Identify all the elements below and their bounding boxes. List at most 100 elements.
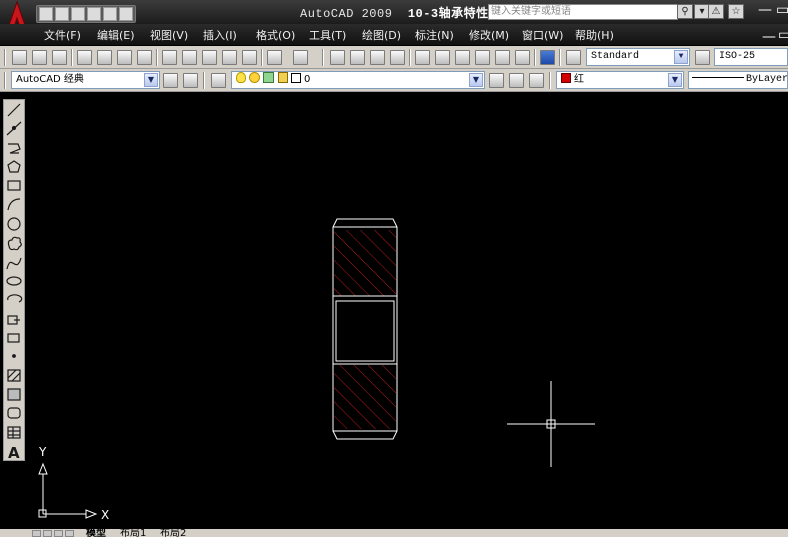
layer-lock-icon[interactable] bbox=[277, 72, 288, 83]
publish-icon[interactable] bbox=[117, 50, 132, 65]
ellipse-icon[interactable] bbox=[6, 276, 22, 286]
workspace-settings-icon[interactable] bbox=[163, 73, 178, 88]
lower-hatched-region[interactable] bbox=[334, 365, 396, 429]
menu-edit[interactable]: 编辑(E) bbox=[97, 27, 135, 43]
minimize-document-icon[interactable]: — bbox=[762, 30, 776, 44]
menu-help[interactable]: 帮助(H) bbox=[575, 27, 614, 43]
undo-icon[interactable] bbox=[103, 7, 117, 21]
text-style-select[interactable]: Standard ▼ bbox=[586, 48, 690, 66]
next-tab-arrow-icon[interactable] bbox=[54, 530, 63, 537]
pan-icon[interactable] bbox=[330, 50, 345, 65]
redo-arrow-icon[interactable] bbox=[293, 50, 308, 65]
layer-on-bulb-icon[interactable] bbox=[236, 72, 246, 83]
menu-dimension[interactable]: 标注(N) bbox=[415, 27, 454, 43]
hatch-icon[interactable] bbox=[7, 369, 21, 382]
properties-icon[interactable] bbox=[415, 50, 430, 65]
dimension-style-icon[interactable] bbox=[695, 50, 710, 65]
minimize-window-icon[interactable]: — bbox=[758, 3, 772, 17]
bore-inner-rectangle[interactable] bbox=[335, 300, 395, 362]
layer-properties-icon[interactable] bbox=[211, 73, 226, 88]
chevron-down-icon[interactable]: ▼ bbox=[668, 73, 682, 87]
drawing-area[interactable]: Y X bbox=[28, 96, 788, 530]
table-icon[interactable] bbox=[7, 426, 21, 439]
spline-icon[interactable] bbox=[6, 257, 22, 270]
chevron-down-icon[interactable]: ▼ bbox=[469, 73, 483, 87]
block-editor-icon[interactable] bbox=[242, 50, 257, 65]
print-icon[interactable] bbox=[87, 7, 101, 21]
open-file-icon[interactable] bbox=[32, 50, 47, 65]
menu-draw[interactable]: 绘图(D) bbox=[362, 27, 401, 43]
line-icon[interactable] bbox=[7, 103, 21, 117]
chevron-down-icon[interactable]: ▼ bbox=[144, 73, 158, 87]
menu-tools[interactable]: 工具(T) bbox=[309, 27, 346, 43]
menu-window[interactable]: 窗口(W) bbox=[522, 27, 563, 43]
redo-icon[interactable] bbox=[119, 7, 133, 21]
search-icon[interactable]: ⚲ bbox=[677, 4, 693, 19]
gradient-icon[interactable] bbox=[7, 388, 21, 401]
menu-modify[interactable]: 修改(M) bbox=[469, 27, 509, 43]
save-file-icon[interactable] bbox=[52, 50, 67, 65]
ellipse-arc-icon[interactable] bbox=[7, 294, 23, 303]
help-icon[interactable] bbox=[540, 50, 555, 65]
restore-window-icon[interactable]: ▭ bbox=[776, 3, 788, 17]
tab-layout1[interactable]: 布局1 bbox=[120, 529, 146, 537]
rectangle-icon[interactable] bbox=[7, 180, 21, 191]
text-style-icon[interactable] bbox=[566, 50, 581, 65]
paste-icon[interactable] bbox=[202, 50, 217, 65]
undo-arrow-icon[interactable] bbox=[267, 50, 282, 65]
calculator-icon[interactable] bbox=[515, 50, 530, 65]
cut-icon[interactable] bbox=[162, 50, 177, 65]
design-center-icon[interactable] bbox=[435, 50, 450, 65]
zoom-previous-icon[interactable] bbox=[390, 50, 405, 65]
make-block-icon[interactable] bbox=[7, 333, 20, 343]
polygon-icon[interactable] bbox=[7, 160, 21, 173]
dimension-style-select[interactable]: ISO-25 bbox=[714, 48, 788, 66]
match-properties-icon[interactable] bbox=[222, 50, 237, 65]
zoom-realtime-icon[interactable] bbox=[350, 50, 365, 65]
bearing-section[interactable] bbox=[332, 218, 398, 440]
zoom-window-icon[interactable] bbox=[370, 50, 385, 65]
layer-freeze-sun-icon[interactable] bbox=[249, 72, 261, 83]
communication-center-icon[interactable]: ⚠ bbox=[708, 4, 724, 19]
new-icon[interactable] bbox=[39, 7, 53, 21]
my-workspace-icon[interactable] bbox=[183, 73, 198, 88]
upper-hatched-region[interactable] bbox=[334, 230, 396, 296]
menu-insert[interactable]: 插入(I) bbox=[203, 27, 237, 43]
menu-format[interactable]: 格式(O) bbox=[256, 27, 295, 43]
search-input[interactable]: 键入关键字或短语 bbox=[488, 4, 678, 20]
color-select[interactable]: 红 ▼ bbox=[556, 71, 684, 89]
revision-cloud-icon[interactable] bbox=[7, 236, 22, 251]
open-icon[interactable] bbox=[55, 7, 69, 21]
layer-viewport-icon[interactable] bbox=[263, 72, 275, 83]
last-tab-arrow-icon[interactable] bbox=[65, 530, 74, 537]
3d-dwf-icon[interactable] bbox=[137, 50, 152, 65]
restore-document-icon[interactable]: ▭ bbox=[778, 28, 788, 42]
chevron-down-icon[interactable]: ▼ bbox=[674, 50, 688, 64]
tool-palettes-icon[interactable] bbox=[455, 50, 470, 65]
favorites-star-icon[interactable]: ☆ bbox=[728, 4, 744, 19]
layer-states-icon[interactable] bbox=[529, 73, 544, 88]
multiline-text-icon[interactable]: A bbox=[8, 444, 20, 460]
insert-block-icon[interactable] bbox=[7, 315, 20, 325]
menu-file[interactable]: 文件(F) bbox=[44, 27, 81, 43]
previous-tab-arrow-icon[interactable] bbox=[43, 530, 52, 537]
make-object-layer-current-icon[interactable] bbox=[489, 73, 504, 88]
tab-model[interactable]: 模型 bbox=[86, 529, 106, 537]
region-icon[interactable] bbox=[7, 407, 21, 419]
plot-icon[interactable] bbox=[77, 50, 92, 65]
circle-icon[interactable] bbox=[7, 217, 21, 231]
sheet-set-icon[interactable] bbox=[475, 50, 490, 65]
markup-icon[interactable] bbox=[495, 50, 510, 65]
save-icon[interactable] bbox=[71, 7, 85, 21]
copy-icon[interactable] bbox=[182, 50, 197, 65]
construction-line-icon[interactable] bbox=[6, 121, 22, 136]
layer-select[interactable]: 0 ▼ bbox=[231, 71, 485, 89]
tab-layout2[interactable]: 布局2 bbox=[160, 529, 186, 537]
first-tab-arrow-icon[interactable] bbox=[32, 530, 41, 537]
new-file-icon[interactable] bbox=[12, 50, 27, 65]
layer-previous-icon[interactable] bbox=[509, 73, 524, 88]
point-icon[interactable] bbox=[12, 354, 16, 358]
arc-icon[interactable] bbox=[7, 198, 21, 211]
plot-preview-icon[interactable] bbox=[97, 50, 112, 65]
workspace-select[interactable]: AutoCAD 经典 ▼ bbox=[11, 71, 160, 89]
